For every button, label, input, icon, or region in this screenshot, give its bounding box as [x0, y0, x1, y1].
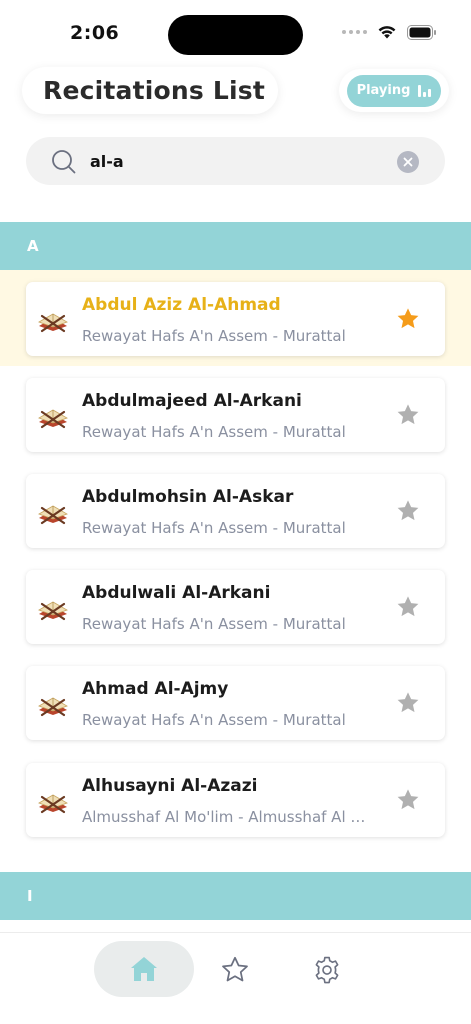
playing-label: Playing [356, 83, 411, 98]
signal-icon [342, 30, 367, 34]
reciter-name: Abdulmohsin Al-Askar [82, 487, 294, 507]
bottom-tab-bar [0, 932, 471, 1024]
search-icon [52, 150, 76, 174]
status-time: 2:06 [70, 22, 120, 44]
star-icon[interactable] [395, 594, 421, 620]
status-bar: 2:06 [0, 0, 471, 60]
playing-button[interactable]: Playing [347, 74, 441, 107]
tab-favorites[interactable] [218, 953, 252, 987]
battery-icon [407, 24, 436, 40]
reciter-card[interactable]: Abdulmajeed Al-Arkani Rewayat Hafs A'n A… [26, 378, 445, 452]
home-icon [131, 957, 157, 981]
reciter-card[interactable]: Abdul Aziz Al-Ahmad Rewayat Hafs A'n Ass… [26, 282, 445, 356]
tab-home[interactable] [94, 941, 194, 997]
star-icon[interactable] [395, 690, 421, 716]
star-icon[interactable] [395, 402, 421, 428]
status-indicators [342, 24, 437, 40]
reciter-riwaya: Almusshaf Al Mo'lim - Almusshaf Al Mo'li… [82, 808, 372, 826]
reciter-riwaya: Rewayat Hafs A'n Assem - Murattal [82, 423, 346, 441]
dynamic-island [168, 15, 303, 55]
reciter-riwaya: Rewayat Hafs A'n Assem - Murattal [82, 327, 346, 345]
clear-icon [403, 157, 413, 167]
gear-icon [315, 956, 339, 984]
equalizer-icon [418, 84, 432, 97]
reciter-card[interactable]: Abdulmohsin Al-Askar Rewayat Hafs A'n As… [26, 474, 445, 548]
favorite-star-icon[interactable] [395, 306, 421, 332]
playing-container: Playing [339, 69, 449, 112]
quran-book-icon [38, 697, 68, 717]
reciter-riwaya: Rewayat Hafs A'n Assem - Murattal [82, 711, 346, 729]
tab-settings[interactable] [310, 953, 344, 987]
reciter-card[interactable]: Ahmad Al-Ajmy Rewayat Hafs A'n Assem - M… [26, 666, 445, 740]
reciter-name: Abdulmajeed Al-Arkani [82, 391, 302, 411]
star-icon[interactable] [395, 787, 421, 813]
page-title: Recitations List [43, 76, 266, 105]
clear-search-button[interactable] [397, 151, 419, 173]
section-header-a: A [0, 222, 471, 270]
reciter-riwaya: Rewayat Hafs A'n Assem - Murattal [82, 615, 346, 633]
page-title-container: Recitations List [22, 67, 278, 114]
quran-book-icon [38, 313, 68, 333]
reciter-name: Ahmad Al-Ajmy [82, 679, 229, 699]
quran-book-icon [38, 409, 68, 429]
reciter-name: Abdulwali Al-Arkani [82, 583, 271, 603]
reciter-card[interactable]: Alhusayni Al-Azazi Almusshaf Al Mo'lim -… [26, 763, 445, 837]
quran-book-icon [38, 505, 68, 525]
reciter-riwaya: Rewayat Hafs A'n Assem - Murattal [82, 519, 346, 537]
search-input[interactable] [90, 147, 390, 175]
section-header-i: I [0, 872, 471, 920]
quran-book-icon [38, 601, 68, 621]
wifi-icon [378, 26, 396, 39]
reciter-name: Alhusayni Al-Azazi [82, 776, 258, 796]
quran-book-icon [38, 794, 68, 814]
star-outline-icon [222, 956, 248, 982]
reciter-card[interactable]: Abdulwali Al-Arkani Rewayat Hafs A'n Ass… [26, 570, 445, 644]
search-bar [26, 137, 445, 185]
star-icon[interactable] [395, 498, 421, 524]
reciter-name: Abdul Aziz Al-Ahmad [82, 295, 281, 315]
